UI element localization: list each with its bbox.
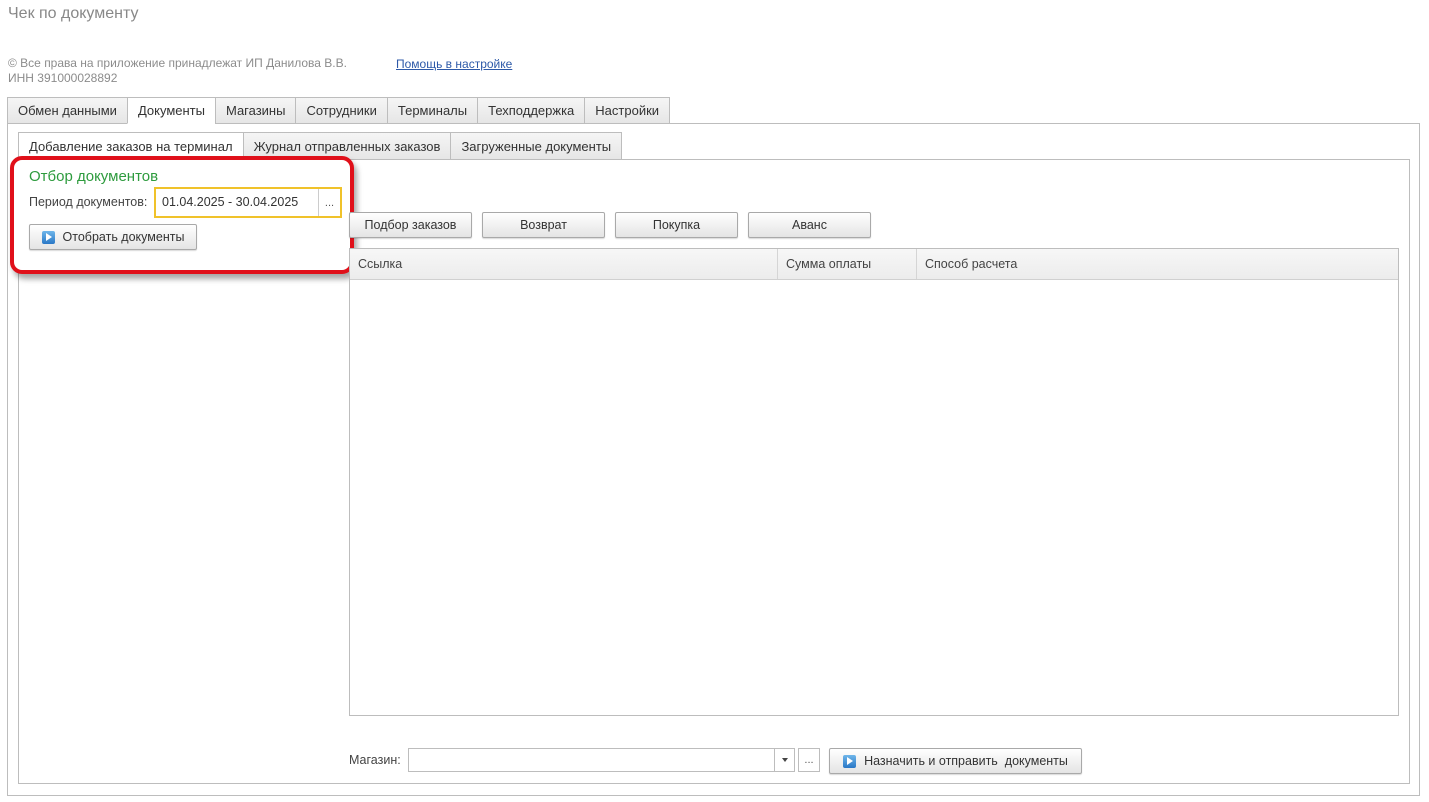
select-documents-button[interactable]: Отобрать документы (29, 224, 197, 250)
column-payment-amount[interactable]: Сумма оплаты (778, 249, 917, 279)
shop-selector[interactable]: ... (408, 748, 820, 772)
period-input[interactable]: 01.04.2025 - 30.04.2025 (156, 189, 318, 216)
arrow-right-icon (843, 754, 857, 768)
pick-orders-button[interactable]: Подбор заказов (349, 212, 472, 238)
copyright-text: © Все права на приложение принадлежат ИП… (8, 56, 347, 86)
shop-more-button[interactable]: ... (798, 748, 820, 772)
documents-table[interactable]: Ссылка Сумма оплаты Способ расчета (349, 248, 1399, 716)
window-title: Чек по документу (8, 5, 139, 22)
table-header: Ссылка Сумма оплаты Способ расчета (350, 249, 1398, 280)
return-button[interactable]: Возврат (482, 212, 605, 238)
assign-send-label: Назначить и отправить документы (864, 754, 1068, 768)
period-label: Период документов: (29, 195, 148, 209)
column-link[interactable]: Ссылка (350, 249, 778, 279)
advance-button[interactable]: Аванс (748, 212, 871, 238)
shop-label: Магазин: (349, 753, 401, 767)
arrow-right-icon (41, 230, 55, 244)
period-select-button[interactable]: ... (318, 189, 340, 216)
copyright-inn: ИНН 391000028892 (8, 71, 118, 85)
filter-title: Отбор документов (29, 168, 159, 185)
tab-loaded-documents[interactable]: Загруженные документы (450, 132, 623, 160)
purchase-button[interactable]: Покупка (615, 212, 738, 238)
tab-settings[interactable]: Настройки (584, 97, 671, 124)
period-field[interactable]: 01.04.2025 - 30.04.2025 ... (154, 187, 342, 218)
tab-support[interactable]: Техподдержка (477, 97, 585, 124)
shop-input[interactable] (408, 748, 775, 772)
tab-terminals[interactable]: Терминалы (386, 97, 478, 124)
assign-send-button[interactable]: Назначить и отправить документы (829, 748, 1082, 774)
tab-data-exchange[interactable]: Обмен данными (7, 97, 127, 124)
main-tabs: Обмен данными Документы Магазины Сотрудн… (7, 97, 671, 124)
chevron-down-icon[interactable] (775, 748, 795, 772)
help-link[interactable]: Помощь в настройке (396, 57, 512, 71)
column-payment-method[interactable]: Способ расчета (917, 249, 1398, 279)
tab-employees[interactable]: Сотрудники (295, 97, 387, 124)
copyright-owner: © Все права на приложение принадлежат ИП… (8, 56, 347, 70)
select-documents-label: Отобрать документы (62, 230, 185, 244)
tab-shops[interactable]: Магазины (214, 97, 296, 124)
tab-documents[interactable]: Документы (126, 97, 215, 124)
